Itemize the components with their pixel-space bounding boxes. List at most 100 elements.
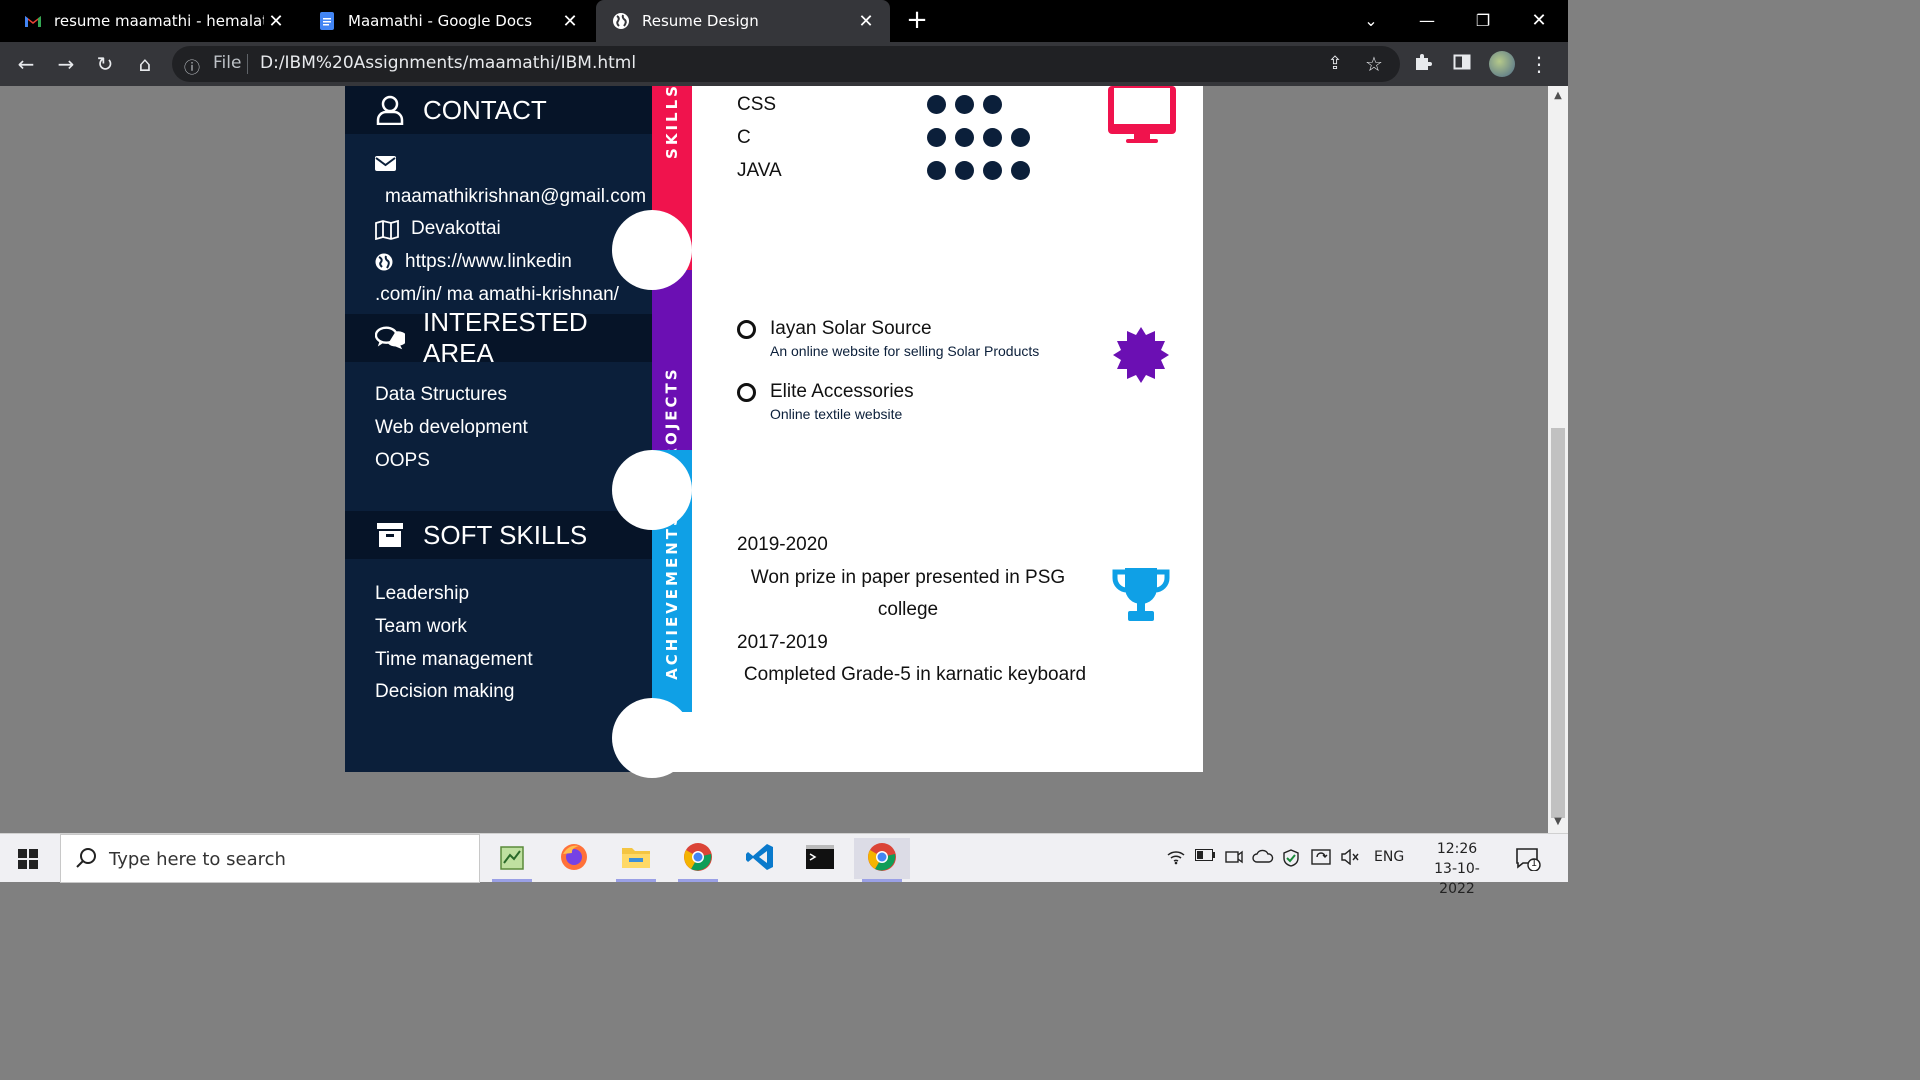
- minimize-button[interactable]: —: [1404, 0, 1450, 40]
- skill-dot: [983, 161, 1002, 180]
- badge-certificate-icon: [1113, 327, 1169, 387]
- vscode-app-icon: [745, 842, 775, 876]
- taskbar-clock[interactable]: 12:26 13-10-2022: [1420, 839, 1494, 899]
- url-text[interactable]: D:/IBM%20Assignments/maamathi/IBM.html: [260, 53, 636, 73]
- skills-label: SKILLS: [663, 86, 681, 159]
- contact-email[interactable]: maamathikrishnan@gmail.com: [385, 186, 646, 208]
- project-title: Iayan Solar Source: [770, 318, 932, 339]
- tab-search-chevron-icon[interactable]: ⌄: [1348, 0, 1394, 40]
- running-indicator: [678, 879, 718, 882]
- windows-start-icon[interactable]: [18, 849, 38, 873]
- close-tab-icon[interactable]: ✕: [856, 11, 876, 32]
- browser-title-bar: resume maamathi - hemalathap... ✕ Maamat…: [0, 0, 1568, 42]
- soft-skills-title: SOFT SKILLS: [423, 519, 588, 550]
- terminal-app-icon: [806, 844, 834, 873]
- home-icon[interactable]: ⌂: [133, 52, 157, 76]
- scrollbar-thumb[interactable]: [1551, 428, 1565, 818]
- taskbar-search-box[interactable]: Type here to search: [60, 834, 480, 883]
- info-icon[interactable]: ⓘ: [184, 54, 204, 77]
- language-indicator[interactable]: ENG: [1374, 849, 1404, 865]
- achievement-text: Completed Grade-5 in karnatic keyboard: [743, 664, 1087, 685]
- close-tab-icon[interactable]: ✕: [560, 11, 580, 32]
- google-docs-icon: [318, 12, 336, 30]
- skill-dot: [955, 161, 974, 180]
- skill-dot: [1011, 128, 1030, 147]
- menu-kebab-icon[interactable]: ⋮: [1527, 52, 1551, 76]
- resume-sidebar: CONTACT maamathikrishnan@gmail.com Devak…: [345, 86, 652, 772]
- tab-label: Resume Design: [642, 12, 759, 30]
- achievement-text: Won prize in paper presented in PSG: [750, 567, 1066, 588]
- envelope-icon: [375, 156, 397, 178]
- taskbar-app-firefox[interactable]: [546, 838, 602, 879]
- tab-resume-design[interactable]: Resume Design ✕: [596, 0, 890, 42]
- new-tab-button[interactable]: +: [903, 6, 931, 34]
- skill-name: C: [737, 127, 751, 148]
- soft-skill-item: Leadership: [375, 583, 470, 604]
- running-indicator: [862, 879, 902, 882]
- contact-header: CONTACT: [345, 86, 652, 134]
- taskbar-app-chrome-profile[interactable]: [670, 838, 726, 882]
- side-panel-icon[interactable]: [1450, 52, 1474, 76]
- bookmark-star-icon[interactable]: ☆: [1362, 52, 1386, 76]
- achievement-text: college: [877, 599, 939, 620]
- tab-gmail[interactable]: resume maamathi - hemalathap... ✕: [0, 0, 300, 42]
- globe-icon: [375, 253, 397, 275]
- skill-dot: [955, 95, 974, 114]
- profile-avatar[interactable]: [1489, 51, 1515, 77]
- forward-arrow-icon[interactable]: →: [54, 52, 78, 76]
- interest-item: Web development: [375, 417, 528, 438]
- share-icon[interactable]: ⇪: [1323, 52, 1347, 76]
- battery-icon[interactable]: [1195, 849, 1215, 865]
- omnibox-divider: [247, 54, 248, 74]
- taskbar-app-notepad[interactable]: [484, 838, 540, 882]
- tab-label: resume maamathi - hemalathap...: [54, 12, 264, 30]
- scroll-down-arrow-icon[interactable]: ▼: [1548, 816, 1568, 827]
- scroll-up-arrow-icon[interactable]: ▲: [1548, 90, 1568, 101]
- project-description: Online textile website: [770, 406, 903, 422]
- project-description: An online website for selling Solar Prod…: [770, 343, 1040, 359]
- skill-dot: [927, 128, 946, 147]
- skill-dot: [927, 161, 946, 180]
- tab-label: Maamathi - Google Docs: [348, 12, 533, 30]
- interested-area-header: INTERESTED AREA: [345, 307, 652, 368]
- chrome-app-icon: [867, 842, 897, 876]
- skill-name: JAVA: [737, 160, 782, 181]
- tab-google-docs[interactable]: Maamathi - Google Docs ✕: [302, 0, 594, 42]
- taskbar-app-vscode[interactable]: [732, 838, 788, 879]
- project-bullet-icon: [737, 320, 756, 339]
- project-title: Elite Accessories: [770, 381, 914, 402]
- extensions-puzzle-icon[interactable]: [1411, 52, 1435, 76]
- security-shield-icon[interactable]: [1282, 849, 1300, 871]
- contact-linkedin-line2[interactable]: .com/in/ ma amathi-krishnan/: [375, 284, 619, 306]
- chrome-app-icon: [683, 842, 713, 876]
- sync-app-icon[interactable]: [1311, 849, 1331, 871]
- volume-muted-icon[interactable]: [1340, 848, 1360, 869]
- reload-icon[interactable]: ↻: [93, 52, 117, 76]
- skill-dot: [955, 128, 974, 147]
- taskbar-app-file-explorer[interactable]: [608, 838, 664, 882]
- interest-item: Data Structures: [375, 384, 507, 405]
- strip-notch: [612, 698, 692, 778]
- network-wifi-icon[interactable]: [1166, 849, 1186, 869]
- close-tab-icon[interactable]: ✕: [266, 11, 286, 32]
- user-icon: [375, 95, 405, 125]
- achievements-label: ACHIEVEMENTS: [663, 512, 681, 680]
- taskbar-app-chrome-active[interactable]: [854, 838, 910, 882]
- search-placeholder: Type here to search: [109, 849, 286, 870]
- camera-icon[interactable]: [1225, 849, 1243, 869]
- onedrive-cloud-icon[interactable]: [1252, 849, 1274, 867]
- chat-bubbles-icon: [375, 323, 405, 353]
- folder-app-icon: [621, 844, 651, 874]
- back-arrow-icon[interactable]: ←: [14, 52, 38, 76]
- projects-strip: PROJECTS: [652, 270, 692, 474]
- achievement-year: 2017-2019: [737, 632, 828, 653]
- contact-linkedin-line1[interactable]: https://www.linkedin: [405, 251, 572, 273]
- skill-name: CSS: [737, 94, 777, 115]
- close-window-button[interactable]: ✕: [1516, 0, 1562, 40]
- taskbar-app-terminal[interactable]: [792, 838, 848, 879]
- skill-dot: [1011, 161, 1030, 180]
- restore-button[interactable]: ❐: [1460, 0, 1506, 40]
- vertical-scrollbar[interactable]: ▲ ▼: [1548, 86, 1568, 833]
- resume-content: SKILLS PROJECTS ACHIEVEMENTS CSS C JAVA …: [612, 86, 1203, 778]
- notification-center-icon[interactable]: 1: [1515, 847, 1541, 875]
